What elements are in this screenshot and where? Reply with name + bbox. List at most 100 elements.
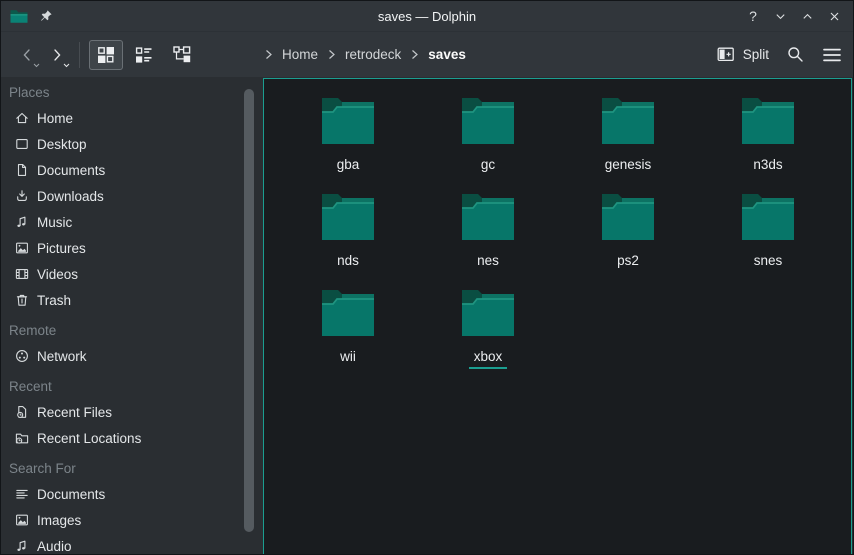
sidebar-item-label: Videos [37,267,78,282]
folder-label: gba [332,156,365,177]
music-icon [13,214,30,231]
folder-label: genesis [600,156,657,177]
recent-folder-icon [13,430,30,447]
minimize-button[interactable] [769,5,791,27]
video-icon [13,266,30,283]
breadcrumb-retrodeck[interactable]: retrodeck [338,47,408,62]
toolbar: Home retrodeck saves Split [1,31,853,77]
section-places: PlacesHomeDesktopDocumentsDownloadsMusic… [1,79,259,313]
menu-button[interactable] [822,47,842,63]
sidebar-item-recent-locations[interactable]: Recent Locations [1,425,259,451]
folder-item-genesis[interactable]: genesis [558,92,698,188]
help-button[interactable]: ? [742,5,764,27]
folder-icon [600,188,656,247]
folder-label: gc [476,156,500,177]
folder-app-icon [9,9,29,24]
sidebar-item-label: Desktop [37,137,87,152]
window-title: saves — Dolphin [1,9,853,24]
section-search-for: Search ForDocuments Images Audio [1,455,259,555]
titlebar[interactable]: saves — Dolphin ? [1,1,853,31]
folder-item-snes[interactable]: snes [698,188,838,284]
tree-view-button[interactable] [165,40,199,70]
home-icon [13,110,30,127]
folder-icon [600,92,656,151]
sidebar-item-desktop[interactable]: Desktop [1,131,259,157]
tree-view-icon [172,45,192,65]
hamburger-icon [822,47,842,63]
breadcrumb-separator-icon [263,49,274,60]
sidebar-item-home[interactable]: Home [1,105,259,131]
folder-icon [320,188,376,247]
section-remote: Remote Network [1,317,259,369]
trash-icon [13,292,30,309]
folder-item-gc[interactable]: gc [418,92,558,188]
folder-label: xbox [469,348,508,369]
folder-item-nds[interactable]: nds [278,188,418,284]
sidebar-item-downloads[interactable]: Downloads [1,183,259,209]
breadcrumb-home[interactable]: Home [275,47,325,62]
section-header-remote: Remote [1,317,259,343]
sidebar-item-trash[interactable]: Trash [1,287,259,313]
folder-label: ps2 [612,252,644,273]
image-icon [13,240,30,257]
folder-label: wii [335,348,361,369]
icons-view-button[interactable] [89,40,123,70]
folder-item-ps2[interactable]: ps2 [558,188,698,284]
folder-item-wii[interactable]: wii [278,284,418,380]
sidebar-item-recent-files[interactable]: Recent Files [1,399,259,425]
places-panel: PlacesHomeDesktopDocumentsDownloadsMusic… [1,77,259,555]
folder-icon [460,188,516,247]
recent-file-icon [13,404,30,421]
sidebar-item-images[interactable]: Images [1,507,259,533]
sidebar-item-videos[interactable]: Videos [1,261,259,287]
folder-item-n3ds[interactable]: n3ds [698,92,838,188]
details-view-button[interactable] [127,40,161,70]
toolbar-separator [79,42,80,68]
search-icon [786,45,805,64]
desktop-icon [13,136,30,153]
folder-icon [320,92,376,151]
sidebar-item-label: Images [37,513,81,528]
folder-label: snes [749,252,788,273]
dolphin-window: saves — Dolphin ? [0,0,854,555]
network-icon [13,348,30,365]
download-icon [13,188,30,205]
breadcrumb-separator-icon [326,49,337,60]
sidebar-item-music[interactable]: Music [1,209,259,235]
sidebar-item-pictures[interactable]: Pictures [1,235,259,261]
section-header-search-for: Search For [1,455,259,481]
pin-icon[interactable] [39,9,53,23]
sidebar-item-documents[interactable]: Documents [1,481,259,507]
section-header-recent: Recent [1,373,259,399]
sidebar-item-audio[interactable]: Audio [1,533,259,555]
forward-dropdown-icon [63,63,70,68]
split-button[interactable]: Split [717,47,769,62]
back-button[interactable] [12,39,42,71]
sidebar-item-label: Home [37,111,73,126]
split-view-icon [717,47,735,62]
sidebar-item-label: Recent Locations [37,431,141,446]
document-icon [13,162,30,179]
folder-label: nes [472,252,504,273]
folder-icon [320,284,376,343]
sidebar-item-documents[interactable]: Documents [1,157,259,183]
folder-item-gba[interactable]: gba [278,92,418,188]
breadcrumb-separator-icon [409,49,420,60]
breadcrumb: Home retrodeck saves [262,32,473,77]
folder-view[interactable]: gba gc genesis n3ds nds nes ps2 snes wii… [263,78,852,555]
details-view-icon [134,45,154,65]
sidebar-scrollbar[interactable] [244,89,254,532]
sidebar-item-label: Audio [37,539,72,554]
folder-label: nds [332,252,364,273]
close-button[interactable] [823,5,845,27]
breadcrumb-current[interactable]: saves [421,47,473,62]
search-button[interactable] [786,45,805,64]
maximize-button[interactable] [796,5,818,27]
sidebar-item-label: Network [37,349,87,364]
folder-item-xbox[interactable]: xbox [418,284,558,380]
folder-icon [740,92,796,151]
folder-item-nes[interactable]: nes [418,188,558,284]
section-recent: RecentRecent Files Recent Locations [1,373,259,451]
forward-button[interactable] [42,39,72,71]
sidebar-item-network[interactable]: Network [1,343,259,369]
